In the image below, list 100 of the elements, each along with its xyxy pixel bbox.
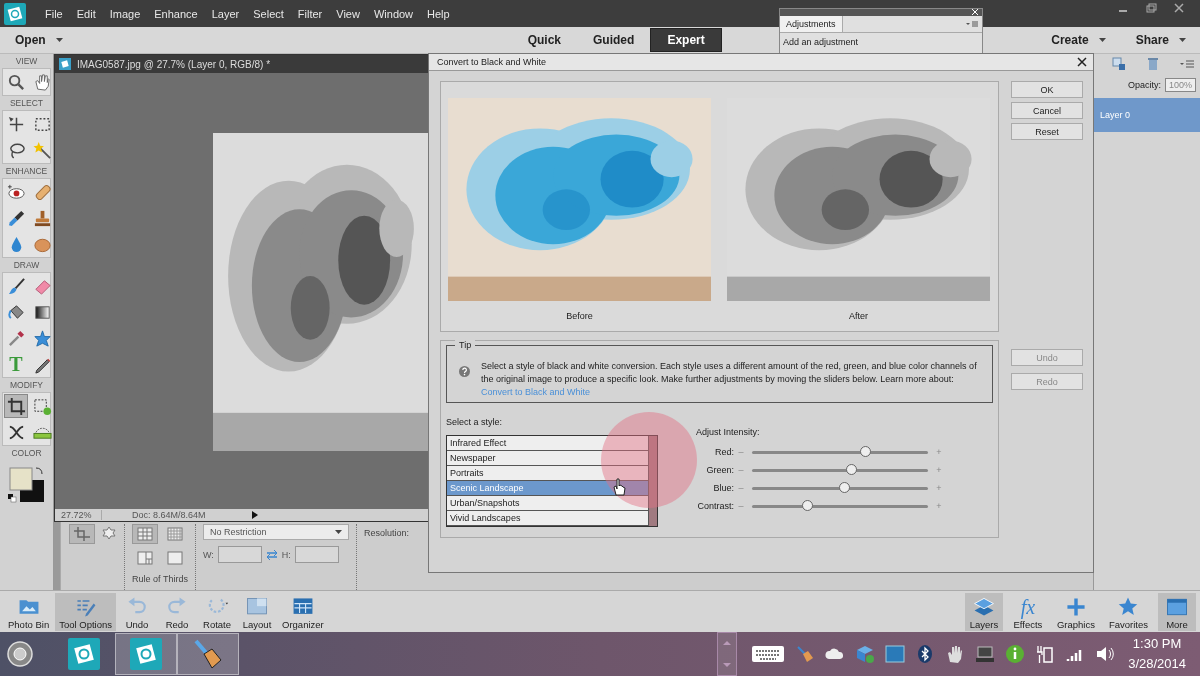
- document-title: IMAG0587.jpg @ 27.7% (Layer 0, RGB/8) *: [77, 58, 271, 70]
- toolbar-button[interactable]: Favorites: [1104, 593, 1152, 631]
- grid-overlay-button[interactable]: [132, 524, 158, 544]
- slider-thumb[interactable]: [846, 463, 858, 475]
- toolbar-button[interactable]: Organizer: [278, 593, 328, 631]
- menu-item[interactable]: Image: [102, 7, 148, 20]
- slider-thumb[interactable]: [802, 499, 814, 511]
- panel-menu-icon[interactable]: [1180, 57, 1194, 71]
- crop-preset-button[interactable]: [69, 524, 95, 544]
- menu-item[interactable]: Layer: [204, 7, 247, 20]
- menu-item[interactable]: Window: [366, 7, 421, 20]
- caret-icon: [335, 530, 342, 534]
- blank-frame-icon: [167, 551, 183, 565]
- bluetooth-icon[interactable]: [915, 644, 935, 664]
- toolbar-button[interactable]: Undo: [118, 593, 156, 631]
- mode-tab[interactable]: Expert: [650, 28, 722, 52]
- menu-item[interactable]: View: [329, 7, 367, 20]
- mode-tab[interactable]: Guided: [577, 28, 651, 52]
- create-menu[interactable]: Create: [1051, 33, 1089, 47]
- dialog-button[interactable]: OK: [1011, 81, 1083, 98]
- trash-icon[interactable]: [1146, 57, 1160, 71]
- share-menu[interactable]: Share: [1135, 33, 1169, 47]
- golden-ratio-icon: [137, 551, 153, 565]
- intensity-label: Adjust Intensity:: [696, 427, 760, 437]
- scrollbar[interactable]: [648, 436, 657, 526]
- document-icon: [59, 58, 71, 70]
- clock-time[interactable]: 1:30 PM: [1128, 634, 1186, 654]
- toolbar-button[interactable]: Layers: [964, 593, 1003, 631]
- plus-sign: +: [935, 483, 943, 493]
- slider-thumb[interactable]: [839, 481, 851, 493]
- toolbar-button[interactable]: Graphics: [1052, 593, 1099, 631]
- menu-item[interactable]: Edit: [69, 7, 103, 20]
- magnifier-icon: [6, 72, 26, 92]
- toolbar-button[interactable]: Photo Bin: [4, 593, 54, 631]
- toolbar-button[interactable]: Rotate: [198, 593, 236, 631]
- width-field[interactable]: [217, 546, 262, 563]
- section-label: SELECT: [8, 97, 45, 110]
- style-item[interactable]: Newspaper: [447, 451, 648, 466]
- help-icon: [459, 366, 470, 377]
- section-label: ENHANCE: [4, 165, 49, 178]
- panel-tab[interactable]: Adjustments: [780, 16, 843, 32]
- menu-item[interactable]: Help: [420, 7, 457, 20]
- taskbar-app[interactable]: [115, 633, 177, 675]
- lock-icon[interactable]: [1112, 57, 1126, 71]
- hand-cursor-icon: [612, 478, 626, 496]
- menu-item[interactable]: Enhance: [147, 7, 205, 20]
- slider-label: Blue:: [712, 483, 734, 493]
- toolbar-button[interactable]: fx Effects: [1008, 593, 1047, 631]
- battery-icon[interactable]: [1035, 644, 1055, 664]
- laptop-icon[interactable]: [975, 644, 995, 664]
- style-item[interactable]: Infrared Effect: [447, 436, 648, 451]
- height-field[interactable]: [294, 546, 339, 563]
- slider-thumb[interactable]: [860, 445, 872, 457]
- pen-icon[interactable]: [795, 644, 815, 664]
- start-button[interactable]: [7, 641, 33, 667]
- style-label: Select a style:: [446, 417, 503, 427]
- toolbar-button[interactable]: Redo: [158, 593, 196, 631]
- box-icon[interactable]: [855, 644, 875, 664]
- close-icon[interactable]: [1077, 57, 1087, 67]
- preview-label: After: [849, 311, 868, 321]
- height-label: H:: [281, 549, 291, 560]
- style-item[interactable]: Vivid Landscapes: [447, 511, 648, 526]
- play-icon[interactable]: [252, 511, 258, 519]
- keyboard-icon[interactable]: [751, 644, 785, 664]
- mode-tab[interactable]: Quick: [511, 28, 578, 52]
- menu-item[interactable]: Select: [246, 7, 291, 20]
- app-icon: [130, 638, 162, 670]
- dialog-button[interactable]: Cancel: [1011, 102, 1083, 119]
- eye-icon: [6, 182, 26, 202]
- app-logo-icon[interactable]: [4, 2, 26, 25]
- clock-date[interactable]: 3/28/2014: [1128, 654, 1186, 674]
- scroll-arrows-icon[interactable]: [717, 632, 737, 676]
- slider-label: Contrast:: [696, 501, 734, 511]
- minus-sign: –: [737, 447, 745, 457]
- grid-icon: [167, 527, 183, 541]
- aspect-ratio-dropdown[interactable]: No Restriction: [203, 524, 349, 540]
- slider-label: Red:: [714, 447, 734, 457]
- monitor-icon[interactable]: [885, 644, 905, 664]
- resolution-label: Resolution:: [364, 528, 410, 540]
- dialog-button[interactable]: Reset: [1011, 123, 1083, 140]
- minus-sign: –: [737, 501, 745, 511]
- menu-item[interactable]: File: [38, 7, 70, 20]
- stamp-icon: [32, 208, 52, 228]
- menu-item[interactable]: Filter: [290, 7, 330, 20]
- toolbar-button[interactable]: Tool Options: [55, 593, 116, 631]
- info-icon[interactable]: [1005, 644, 1025, 664]
- crop-icon: [6, 396, 26, 416]
- zoom-level[interactable]: 27.72%: [55, 510, 102, 520]
- speaker-icon[interactable]: [1095, 644, 1115, 664]
- cookie-cutter-icon[interactable]: [101, 526, 117, 540]
- swap-icon[interactable]: [265, 549, 278, 560]
- caret-icon: [1179, 38, 1186, 42]
- hand-icon[interactable]: [945, 644, 965, 664]
- open-menu[interactable]: Open: [15, 33, 46, 47]
- toolbar-button[interactable]: Layout: [238, 593, 276, 631]
- preview-label: Before: [566, 311, 593, 321]
- toolbar-button[interactable]: More: [1158, 593, 1196, 631]
- width-label: W:: [203, 549, 214, 560]
- panel-menu-icon[interactable]: [966, 21, 978, 27]
- paint-bucket-icon: [6, 302, 26, 322]
